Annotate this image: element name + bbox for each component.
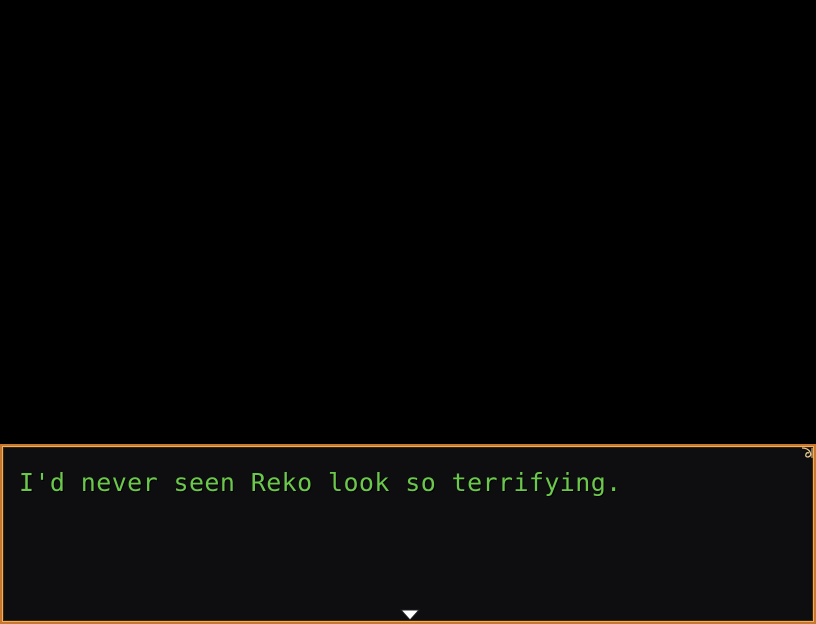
game-screen: I'd never seen Reko look so terrifying.	[0, 0, 816, 624]
ornament-icon	[801, 447, 813, 458]
scene-background	[0, 0, 816, 444]
message-window[interactable]: I'd never seen Reko look so terrifying.	[0, 444, 816, 624]
message-text: I'd never seen Reko look so terrifying.	[19, 468, 622, 497]
continue-arrow-icon[interactable]	[400, 608, 420, 622]
